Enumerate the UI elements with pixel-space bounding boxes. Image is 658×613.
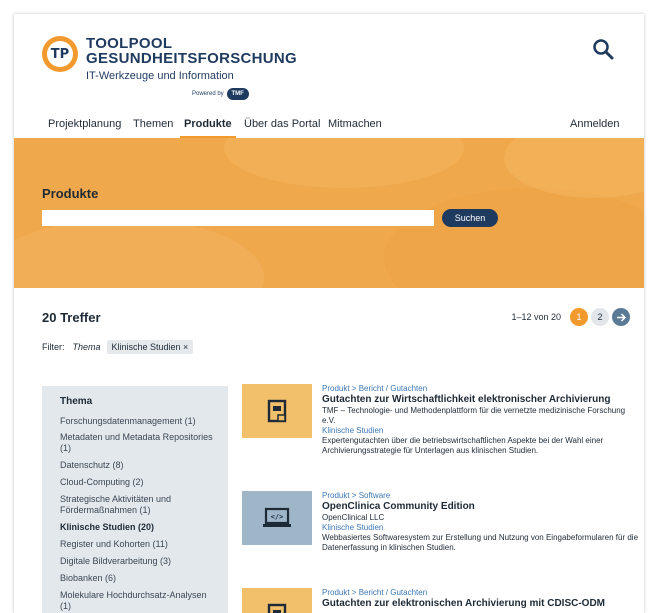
logo-line-1: TOOLPOOL <box>86 35 173 52</box>
product-meta: Produkt > Bericht / Gutachten Gutachten … <box>322 588 640 610</box>
product-thumbnail <box>242 588 312 613</box>
product-category[interactable]: Produkt > Bericht / Gutachten <box>322 588 640 598</box>
page-1-button[interactable]: 1 <box>570 308 588 326</box>
nav-item-themen[interactable]: Themen <box>133 118 173 130</box>
logo-text: TOOLPOOL GESUNDHEITSFORSCHUNG IT-Werkzeu… <box>86 36 297 83</box>
svg-text:</>: </> <box>271 513 284 521</box>
next-page-button[interactable] <box>612 308 630 326</box>
main-nav: Projektplanung Themen Produkte Über das … <box>14 114 644 138</box>
laptop-code-icon: </> <box>263 507 291 527</box>
powered-by: Powered by TMF <box>192 88 249 100</box>
product-search-input[interactable] <box>42 210 434 226</box>
product-thumbnail: </> <box>242 491 312 545</box>
product-meta: Produkt > Bericht / Gutachten Gutachten … <box>322 384 640 456</box>
search-button[interactable]: Suchen <box>442 209 498 227</box>
logo-mark-text: TP <box>47 41 73 67</box>
sidebar-item-datenschutz[interactable]: Datenschutz (8) <box>60 460 220 471</box>
nav-item-projektplanung[interactable]: Projektplanung <box>48 118 121 130</box>
results-count: 20 Treffer <box>42 310 101 325</box>
arrow-right-icon <box>616 312 626 322</box>
document-icon <box>267 399 287 423</box>
site-header: TP TOOLPOOL GESUNDHEITSFORSCHUNG IT-Werk… <box>14 14 644 114</box>
sidebar-item-molekulare-hochdurchsatz[interactable]: Molekulare Hochdurchsatz-Analysen (1) <box>60 590 220 612</box>
sidebar-heading: Thema <box>60 396 93 407</box>
logo-tagline: IT-Werkzeuge und Information <box>86 70 234 82</box>
filter-facet: Thema <box>72 342 101 352</box>
page-frame: TP TOOLPOOL GESUNDHEITSFORSCHUNG IT-Werk… <box>14 14 644 613</box>
sidebar-item-cloud-computing[interactable]: Cloud-Computing (2) <box>60 477 220 488</box>
nav-item-mitmachen[interactable]: Mitmachen <box>328 118 382 130</box>
sidebar-item-metadaten[interactable]: Metadaten und Metadata Repositories (1) <box>60 432 220 454</box>
logo-line-2: GESUNDHEITSFORSCHUNG <box>86 50 298 67</box>
powered-by-label: Powered by <box>192 91 224 97</box>
product-thumbnail <box>242 384 312 438</box>
product-card[interactable]: Produkt > Bericht / Gutachten Gutachten … <box>242 384 642 480</box>
tmf-logo: TMF <box>226 88 249 100</box>
product-description: Webbasiertes Softwaresystem zur Erstellu… <box>322 533 639 552</box>
theme-facet-sidebar: Thema Forschungsdatenmanagement (1) Meta… <box>42 386 228 613</box>
sidebar-item-biobanken[interactable]: Biobanken (6) <box>60 573 220 584</box>
sidebar-item-digitale-bildverarbeitung[interactable]: Digitale Bildverarbeitung (3) <box>60 556 220 567</box>
sidebar-item-klinische-studien[interactable]: Klinische Studien (20) <box>60 522 220 533</box>
product-title[interactable]: OpenClinica Community Edition <box>322 501 640 513</box>
sidebar-item-forschungsdatenmanagement[interactable]: Forschungsdatenmanagement (1) <box>60 416 220 427</box>
sidebar-item-strategische-aktivitaeten[interactable]: Strategische Aktivitäten und Fördermaßna… <box>60 494 220 516</box>
product-category[interactable]: Produkt > Software <box>322 491 640 501</box>
page-2-button[interactable]: 2 <box>591 308 609 326</box>
login-link[interactable]: Anmelden <box>570 118 620 130</box>
search-icon[interactable] <box>592 38 614 60</box>
product-description: Expertengutachten über die betriebswirts… <box>322 436 604 455</box>
logo-mark-icon: TP <box>42 36 78 72</box>
sidebar-item-register-und-kohorten[interactable]: Register und Kohorten (11) <box>60 539 220 550</box>
pagination-range: 1–12 von 20 <box>511 312 561 322</box>
filter-chip-klinische-studien[interactable]: Klinische Studien × <box>106 340 194 354</box>
product-title[interactable]: Gutachten zur elektronischen Archivierun… <box>322 598 640 610</box>
product-organization: OpenClinical LLC <box>322 513 385 522</box>
hero-banner: Produkte Suchen <box>14 138 644 288</box>
pagination: 1–12 von 20 1 2 <box>511 308 630 326</box>
site-logo[interactable]: TP TOOLPOOL GESUNDHEITSFORSCHUNG IT-Werk… <box>42 36 297 83</box>
nav-item-produkte[interactable]: Produkte <box>184 118 232 130</box>
product-organization: TMF – Technologie- und Methodenplattform… <box>322 406 626 425</box>
product-card[interactable]: </> Produkt > Software OpenClinica Commu… <box>242 491 642 581</box>
active-filters: Filter: Thema Klinische Studien × <box>42 340 194 354</box>
product-card[interactable]: Produkt > Bericht / Gutachten Gutachten … <box>242 588 642 613</box>
product-topic-tag[interactable]: Klinische Studien <box>322 426 640 436</box>
product-category[interactable]: Produkt > Bericht / Gutachten <box>322 384 640 394</box>
product-topic-tag[interactable]: Klinische Studien <box>322 523 640 533</box>
product-title[interactable]: Gutachten zur Wirtschaftlichkeit elektro… <box>322 394 640 406</box>
document-icon <box>267 603 287 613</box>
nav-item-ueber-das-portal[interactable]: Über das Portal <box>244 118 320 130</box>
product-meta: Produkt > Software OpenClinica Community… <box>322 491 640 553</box>
hero-title: Produkte <box>42 186 99 201</box>
filter-label: Filter: <box>42 342 65 352</box>
